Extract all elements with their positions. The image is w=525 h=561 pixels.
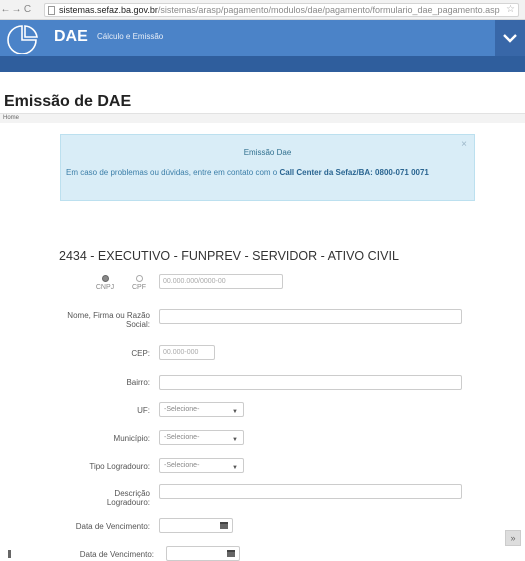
forward-icon[interactable]: → — [11, 0, 22, 20]
bookmark-star-icon[interactable]: ☆ — [506, 4, 515, 16]
sefaz-logo-icon — [7, 25, 38, 54]
breadcrumb-home-link[interactable]: Home — [3, 115, 19, 121]
page-title: Emissão de DAE — [4, 93, 132, 110]
call-center-link: Call Center da Sefaz/BA: 0800-071 0071 — [279, 168, 429, 177]
calendar-icon[interactable] — [227, 550, 235, 557]
back-icon[interactable]: ← — [0, 0, 11, 20]
caret-down-icon: ▼ — [232, 437, 238, 443]
reload-icon[interactable]: C — [22, 0, 33, 20]
radio-unchecked-icon — [135, 275, 143, 282]
alert-title: Emissão Dae — [243, 148, 292, 157]
caret-down-icon: ▼ — [232, 465, 238, 471]
section-title: 2434 - EXECUTIVO - FUNPREV - SERVIDOR - … — [59, 249, 399, 263]
info-alert: × Emissão Dae Em caso de problemas ou dú… — [60, 134, 475, 201]
browser-toolbar: ← → C sistemas.sefaz.ba.gov.br /sistemas… — [0, 0, 525, 20]
breadcrumb: Home — [0, 113, 525, 123]
radio-cpf[interactable]: CPF — [128, 275, 150, 291]
header-strip — [0, 56, 525, 72]
vencimento-date-field[interactable] — [159, 518, 233, 533]
name-field[interactable] — [159, 309, 462, 324]
descricao-logradouro-field[interactable] — [159, 484, 462, 499]
municipio-select-value: -Selecione- — [164, 434, 200, 441]
tipo-logradouro-label: Tipo Logradouro: — [89, 462, 150, 471]
cep-label: CEP: — [131, 349, 150, 358]
vencimento-date-field-2[interactable] — [166, 546, 240, 561]
menu-toggle-button[interactable] — [495, 20, 525, 56]
descricao-logradouro-label: Descrição Logradouro: — [106, 489, 150, 507]
header-subtitle: Cálculo e Emissão — [97, 32, 164, 41]
cep-field[interactable]: 00.000-000 — [159, 345, 215, 360]
uf-label: UF: — [137, 406, 150, 415]
calendar-icon[interactable] — [220, 522, 228, 529]
url-host: sistemas.sefaz.ba.gov.br — [59, 5, 158, 15]
municipio-label: Município: — [113, 434, 150, 443]
bairro-field[interactable] — [159, 375, 462, 390]
chevron-down-icon — [503, 33, 517, 43]
vencimento-label: Data de Vencimento: — [75, 522, 150, 531]
scroll-to-top-button[interactable]: » — [505, 530, 521, 546]
municipio-select[interactable]: -Selecione- ▼ — [159, 430, 244, 445]
radio-label-cnpj: CNPJ — [95, 284, 115, 291]
radio-cnpj[interactable]: CNPJ — [94, 275, 116, 291]
alert-message: Em caso de problemas ou dúvidas, entre e… — [66, 168, 466, 178]
vencimento-label-2: Data de Vencimento: — [79, 550, 154, 559]
uf-select[interactable]: -Selecione- ▼ — [159, 402, 244, 417]
document-input[interactable]: 00.000.000/0000-00 — [159, 274, 283, 289]
alert-text: Em caso de problemas ou dúvidas, entre e… — [66, 168, 278, 177]
address-bar[interactable]: sistemas.sefaz.ba.gov.br /sistemas/arasp… — [44, 3, 519, 17]
uf-select-value: -Selecione- — [164, 406, 200, 413]
name-label: Nome, Firma ou Razão Social: — [67, 311, 150, 329]
app-header: DAE Cálculo e Emissão — [0, 20, 525, 72]
brand-title: DAE — [54, 28, 88, 45]
url-path: /sistemas/arasp/pagamento/modulos/dae/pa… — [157, 5, 500, 15]
tipo-logradouro-select[interactable]: -Selecione- ▼ — [159, 458, 244, 473]
tipo-logradouro-select-value: -Selecione- — [164, 462, 200, 469]
page-icon — [48, 5, 55, 15]
caret-down-icon: ▼ — [232, 409, 238, 415]
radio-checked-icon — [101, 275, 109, 282]
side-marker — [8, 550, 11, 558]
bairro-label: Bairro: — [126, 378, 150, 387]
radio-label-cpf: CPF — [132, 284, 146, 291]
